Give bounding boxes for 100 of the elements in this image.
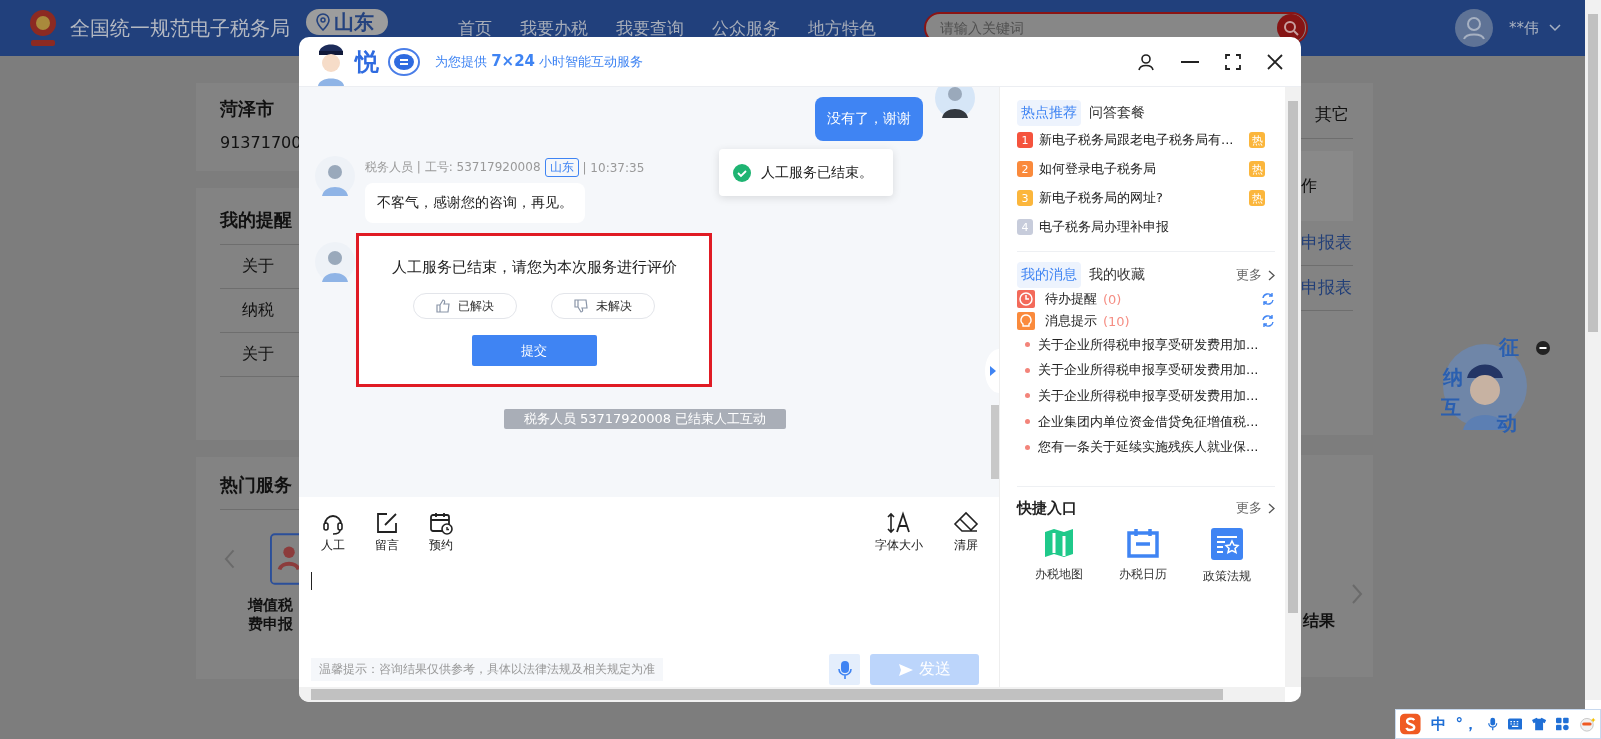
counter-label[interactable]: 待办提醒 bbox=[1045, 290, 1097, 308]
toolbar-button[interactable]: 清屏 bbox=[953, 511, 979, 554]
minimize-icon[interactable] bbox=[1181, 60, 1199, 63]
user-icon[interactable] bbox=[1137, 52, 1155, 71]
disclaimer-hint: 温馨提示：咨询结果仅供参考，具体以法律法规及相关规定为准 bbox=[311, 658, 663, 681]
panel-tab[interactable]: 我的收藏 bbox=[1085, 262, 1149, 288]
s-logo-icon[interactable] bbox=[1400, 711, 1421, 737]
grid-icon[interactable] bbox=[1555, 716, 1569, 732]
check-circle-icon bbox=[733, 163, 751, 182]
rank-badge: 1 bbox=[1017, 132, 1033, 148]
submit-button[interactable]: 提交 bbox=[471, 335, 597, 366]
rank-badge: 2 bbox=[1017, 161, 1033, 177]
toast-text: 人工服务已结束。 bbox=[761, 163, 873, 182]
calendar-clock-icon bbox=[429, 511, 453, 535]
nav-link[interactable]: 公众服务 bbox=[712, 16, 780, 40]
sender-info: 税务人员 | 工号: 53717920008 bbox=[365, 159, 541, 176]
hot-badge: 热 bbox=[1249, 190, 1265, 206]
counter-count: (0) bbox=[1103, 291, 1122, 307]
bullet-dot-icon bbox=[1025, 367, 1030, 373]
panel-tab[interactable]: 热点推荐 bbox=[1017, 100, 1081, 126]
chevron-right-icon[interactable] bbox=[1268, 269, 1275, 281]
shortcut-button[interactable]: 办税地图 bbox=[1035, 527, 1083, 585]
faq-link[interactable]: 电子税务局办理补申报 bbox=[1039, 218, 1265, 236]
message-link[interactable]: 您有一条关于延续实施残疾人就业保... bbox=[1038, 438, 1259, 457]
panel-tab[interactable]: 问答套餐 bbox=[1085, 100, 1149, 126]
company-name: 菏泽市 bbox=[220, 97, 275, 121]
shortcut-button[interactable]: 政策法规 bbox=[1203, 527, 1251, 585]
message-link[interactable]: 关于企业所得税申报享受研发费用加... bbox=[1038, 387, 1259, 405]
toolbar-button[interactable]: 字体大小 bbox=[875, 511, 923, 554]
assistant-tagline: 为您提供 7×24 小时智能互动服务 bbox=[435, 52, 644, 71]
send-icon bbox=[898, 663, 913, 676]
font-size-icon bbox=[886, 511, 912, 535]
location-pin-icon bbox=[316, 13, 330, 31]
more-link[interactable]: 更多 bbox=[1236, 499, 1262, 518]
bullet-dot-icon bbox=[1025, 393, 1030, 399]
toolbar-button[interactable]: 预约 bbox=[429, 511, 453, 554]
service-label[interactable]: 费申报 bbox=[248, 615, 293, 634]
clock-icon bbox=[1017, 290, 1035, 308]
thumbs-up-icon bbox=[436, 299, 450, 313]
agent-avatar-icon bbox=[315, 156, 355, 196]
collapse-handle-icon[interactable] bbox=[985, 349, 999, 393]
lightbulb-icon bbox=[1017, 312, 1035, 330]
counter-label[interactable]: 消息提示 bbox=[1045, 312, 1097, 330]
search-icon bbox=[1283, 20, 1299, 36]
toolbar-button[interactable]: 人工 bbox=[321, 511, 345, 554]
close-icon[interactable] bbox=[1267, 53, 1283, 70]
rating-prompt: 人工服务已结束，请您为本次服务进行评价 bbox=[391, 258, 677, 277]
service-label[interactable]: 结果 bbox=[1303, 611, 1373, 632]
robot-badge-icon bbox=[387, 46, 421, 77]
user-name[interactable]: **伟 bbox=[1509, 18, 1539, 38]
page-scrollbar[interactable] bbox=[1585, 0, 1601, 700]
bullet-dot-icon bbox=[1025, 342, 1030, 348]
user-avatar-icon[interactable] bbox=[1455, 9, 1493, 47]
ime-punctuation[interactable]: °， bbox=[1455, 714, 1479, 734]
shortcuts-title: 快捷入口 bbox=[1017, 498, 1077, 518]
region-selector[interactable]: 山东 bbox=[306, 9, 388, 35]
voice-button[interactable] bbox=[829, 654, 860, 685]
assistant-name: 悦 bbox=[355, 46, 379, 78]
faq-link[interactable]: 如何登录电子税务局 bbox=[1039, 160, 1243, 178]
nav-link[interactable]: 我要办税 bbox=[520, 16, 588, 40]
caret-icon[interactable] bbox=[1549, 24, 1561, 32]
keyboard-icon[interactable] bbox=[1507, 717, 1522, 731]
map-icon bbox=[1043, 527, 1075, 558]
agent-avatar-icon bbox=[315, 242, 355, 282]
user-message: 没有了，谢谢 bbox=[815, 97, 923, 141]
service-label[interactable]: 增值税 bbox=[248, 596, 293, 615]
faq-link[interactable]: 新电子税务局的网址? bbox=[1039, 189, 1243, 207]
refresh-icon[interactable] bbox=[1261, 314, 1275, 328]
horizontal-scrollbar[interactable] bbox=[299, 687, 1285, 702]
toolbar-button[interactable]: 留言 bbox=[375, 511, 399, 554]
message-link[interactable]: 关于企业所得税申报享受研发费用加... bbox=[1038, 361, 1259, 380]
bullet-dot-icon bbox=[1025, 444, 1030, 450]
shirt-icon[interactable] bbox=[1531, 716, 1546, 732]
microphone-icon[interactable] bbox=[1488, 715, 1498, 733]
rank-badge: 3 bbox=[1017, 190, 1033, 206]
faq-link[interactable]: 新电子税务局跟老电子税务局有... bbox=[1039, 131, 1243, 149]
fullscreen-icon[interactable] bbox=[1225, 53, 1241, 70]
message-time: | 10:37:35 bbox=[582, 160, 645, 175]
rank-badge: 4 bbox=[1017, 219, 1033, 235]
refresh-icon[interactable] bbox=[1261, 292, 1275, 306]
minus-circle-icon[interactable] bbox=[1536, 341, 1550, 355]
counter-count: (10) bbox=[1103, 313, 1130, 329]
hot-badge: 热 bbox=[1249, 132, 1265, 148]
nav-link[interactable]: 首页 bbox=[458, 16, 492, 40]
user-avatar-icon bbox=[935, 87, 975, 118]
agent-message: 不客气，感谢您的咨询，再见。 bbox=[365, 183, 585, 223]
nav-link[interactable]: 地方特色 bbox=[808, 16, 876, 40]
panel-scrollbar[interactable] bbox=[1285, 87, 1301, 687]
message-link[interactable]: 企业集团内单位资金借贷免征增值税... bbox=[1038, 412, 1259, 431]
chevron-right-icon[interactable] bbox=[1268, 502, 1275, 514]
panel-tab[interactable]: 我的消息 bbox=[1017, 262, 1081, 288]
nav-link[interactable]: 我要查询 bbox=[616, 16, 684, 40]
more-link[interactable]: 更多 bbox=[1236, 266, 1262, 284]
hot-badge: 热 bbox=[1249, 161, 1265, 177]
message-link[interactable]: 关于企业所得税申报享受研发费用加... bbox=[1038, 335, 1259, 354]
ime-mode[interactable]: 中 bbox=[1430, 714, 1446, 734]
shortcut-button[interactable]: 办税日历 bbox=[1119, 527, 1167, 585]
column-header: 作 bbox=[1301, 175, 1317, 197]
eraser-icon bbox=[953, 511, 979, 535]
site-title: 全国统一规范电子税务局 bbox=[70, 14, 290, 42]
